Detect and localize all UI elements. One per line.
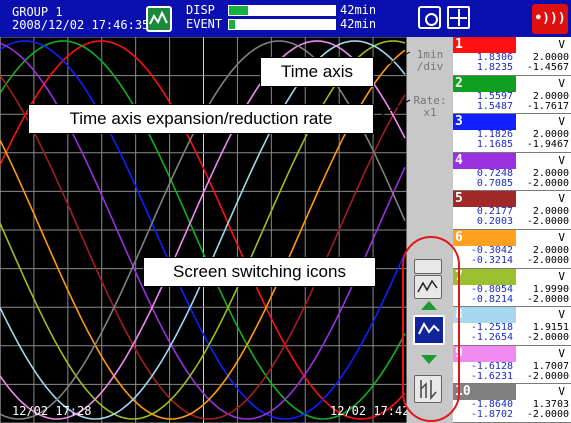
channel-number: 1 bbox=[455, 37, 463, 52]
alarm-icon[interactable]: •))) bbox=[532, 4, 568, 34]
callout-rate: Time axis expansion/reduction rate bbox=[28, 104, 374, 134]
trend-display bbox=[0, 37, 407, 423]
callout-time-axis: Time axis bbox=[260, 57, 374, 87]
trend-trace bbox=[0, 42, 406, 420]
channel-scale-low: -2.0000 bbox=[526, 255, 569, 266]
channel-unit: V bbox=[558, 308, 565, 322]
channel-value-min: 1.8235 bbox=[476, 62, 513, 73]
channel-number: 9 bbox=[455, 345, 463, 361]
channel-unit: V bbox=[558, 192, 565, 206]
channel-row[interactable]: 8 V -1.2518 -1.2654 1.9151 -2.0000 bbox=[453, 307, 571, 346]
channel-value-min: 0.2003 bbox=[476, 216, 513, 228]
disp-remaining-time: 42min bbox=[340, 3, 377, 17]
disp-memory-label: DISP bbox=[186, 3, 215, 17]
channel-row[interactable]: 5 V 0.2177 0.2003 2.0000 -2.0000 bbox=[453, 191, 571, 230]
channel-value-min: 0.7085 bbox=[476, 177, 513, 189]
channel-scale-low: -1.7617 bbox=[526, 100, 569, 112]
disp-memory-bar bbox=[228, 5, 336, 16]
channel-number: 2 bbox=[455, 75, 463, 91]
event-memory-bar bbox=[228, 19, 336, 30]
channel-number: 8 bbox=[455, 307, 463, 323]
display-mode-icon[interactable] bbox=[146, 6, 172, 32]
channel-number: 5 bbox=[455, 191, 463, 207]
channel-unit: V bbox=[558, 346, 565, 360]
trend-chart bbox=[0, 37, 407, 423]
channel-scale-low: -1.9467 bbox=[526, 139, 569, 151]
screen-up-arrow-icon[interactable] bbox=[421, 301, 437, 310]
channel-value-min: -1.8702 bbox=[470, 409, 513, 421]
time-axis-unit: /div bbox=[416, 60, 444, 73]
channel-value-min: 1.5487 bbox=[476, 100, 513, 112]
channel-scale-low: -1.4567 bbox=[526, 62, 569, 73]
channel-unit: V bbox=[558, 269, 565, 283]
channel-scale-low: -2.0000 bbox=[526, 370, 569, 382]
time-axis-column: 1min /div Rate: x1 bbox=[407, 37, 453, 423]
channel-unit: V bbox=[558, 38, 565, 51]
channel-scale-low: -2.0000 bbox=[526, 332, 569, 344]
channel-number: 4 bbox=[455, 152, 463, 168]
channel-row[interactable]: 1 V 1.8306 1.8235 2.0000 -1.4567 bbox=[453, 37, 571, 76]
group-name[interactable]: GROUP 1 bbox=[12, 6, 63, 18]
channel-unit: V bbox=[558, 385, 565, 399]
channel-row[interactable]: 3 V 1.1826 1.1685 2.0000 -1.9467 bbox=[453, 114, 571, 153]
calc-icon[interactable] bbox=[447, 6, 470, 29]
channel-row[interactable]: 7 V -0.8054 -0.8214 1.9990 -2.0000 bbox=[453, 268, 571, 308]
bar-graph-screen-icon[interactable] bbox=[414, 375, 442, 403]
channel-scale-low: -2.0000 bbox=[526, 216, 569, 228]
current-datetime: 2008/12/02 17:46:35 bbox=[12, 18, 150, 32]
channel-value-min: -0.3214 bbox=[470, 255, 513, 266]
time-label-start: 12/02 17:28 bbox=[12, 404, 92, 418]
channel-unit: V bbox=[558, 115, 565, 129]
channel-value-min: 1.1685 bbox=[476, 139, 513, 151]
time-label-end: 12/02 17:42 bbox=[330, 404, 410, 418]
channel-number: 3 bbox=[455, 114, 463, 130]
channel-value-min: -1.2654 bbox=[470, 332, 513, 344]
channel-value-min: -0.8214 bbox=[470, 293, 513, 305]
channel-unit: V bbox=[558, 231, 565, 244]
channel-unit: V bbox=[558, 153, 565, 167]
channel-row[interactable]: 10 V -1.8640 -1.8702 1.3703 -2.0000 bbox=[453, 384, 571, 423]
channel-panel: 1 V 1.8306 1.8235 2.0000 -1.4567 2 V 1.5597 1.548… bbox=[453, 37, 571, 423]
channel-number: 7 bbox=[455, 268, 463, 284]
callout-screen-switching: Screen switching icons bbox=[143, 257, 376, 287]
channel-number: 6 bbox=[455, 230, 463, 245]
status-bar: GROUP 1 2008/12/02 17:46:35 DISP EVENT 4… bbox=[0, 0, 571, 37]
snapshot-icon[interactable] bbox=[418, 6, 441, 29]
channel-row[interactable]: 9 V -1.6128 -1.6231 1.7007 -2.0000 bbox=[453, 345, 571, 385]
rate-value: x1 bbox=[423, 106, 437, 119]
trend-grid-screen-icon[interactable] bbox=[414, 275, 442, 299]
event-memory-label: EVENT bbox=[186, 17, 223, 31]
channel-scale-low: -2.0000 bbox=[526, 177, 569, 189]
channel-row[interactable]: 2 V 1.5597 1.5487 2.0000 -1.7617 bbox=[453, 75, 571, 115]
channel-row[interactable]: 6 V -0.3042 -0.3214 2.0000 -2.0000 bbox=[453, 230, 571, 269]
event-remaining-time: 42min bbox=[340, 17, 377, 31]
channel-number: 10 bbox=[455, 384, 471, 400]
channel-unit: V bbox=[558, 76, 565, 90]
channel-row[interactable]: 4 V 0.7248 0.7085 2.0000 -2.0000 bbox=[453, 152, 571, 192]
channel-scale-low: -2.0000 bbox=[526, 293, 569, 305]
screen-down-arrow-icon[interactable] bbox=[421, 355, 437, 364]
digital-screen-icon[interactable] bbox=[414, 259, 442, 274]
channel-value-min: -1.6231 bbox=[470, 370, 513, 382]
channel-scale-low: -2.0000 bbox=[526, 409, 569, 421]
trend-screen-icon[interactable] bbox=[413, 315, 445, 345]
